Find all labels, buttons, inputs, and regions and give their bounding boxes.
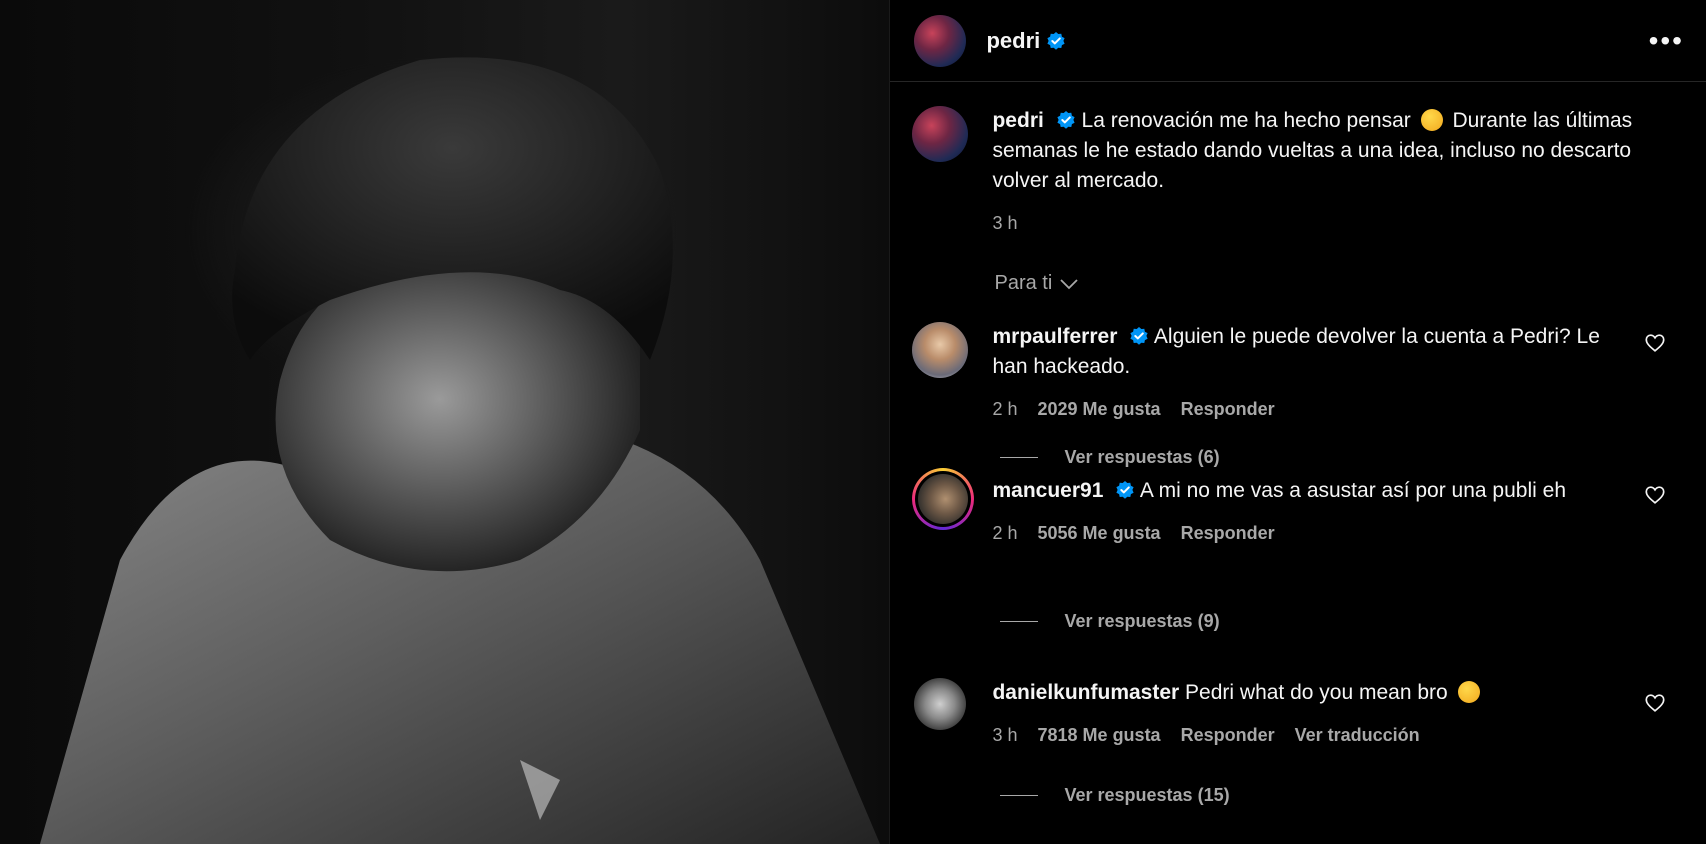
verified-badge-icon <box>1130 327 1148 345</box>
portrait-illustration <box>40 57 880 844</box>
comment-likes[interactable]: 7818 Me gusta <box>1038 720 1161 750</box>
replies-divider-line <box>1000 621 1039 622</box>
comment-item: mancuer91 A mi no me vas a asustar así p… <box>912 468 1684 548</box>
sort-dropdown[interactable]: Para ti <box>994 272 1080 295</box>
commenter-avatar <box>918 474 969 524</box>
thinking-face-emoji <box>1420 109 1443 131</box>
post-photo[interactable] <box>0 0 890 844</box>
comment-text: A mi no me vas a asustar así por una pub… <box>1139 479 1566 502</box>
commenter-username[interactable]: mancuer91 <box>992 479 1103 502</box>
commenter-avatar[interactable] <box>914 678 967 730</box>
verified-badge-icon <box>1116 481 1134 499</box>
comment-time: 2 h <box>992 523 1018 543</box>
author-avatar[interactable] <box>914 14 967 67</box>
translate-button[interactable]: Ver traducción <box>1295 720 1420 750</box>
comment-time: 2 h <box>992 399 1018 419</box>
comment-likes[interactable]: 5056 Me gusta <box>1038 518 1161 548</box>
view-replies-button[interactable]: Ver respuestas (9) <box>1000 611 1220 632</box>
reply-button[interactable]: Responder <box>1181 518 1275 548</box>
chevron-down-icon <box>1060 278 1078 289</box>
post-header: pedri ••• <box>890 0 1706 82</box>
caption-text: La renovación me ha hecho pensar <box>1081 109 1411 132</box>
sort-label: Para ti <box>994 272 1053 294</box>
reply-button[interactable]: Responder <box>1181 394 1275 424</box>
verified-badge-icon <box>1047 31 1065 50</box>
commenter-avatar[interactable] <box>912 322 969 378</box>
caption-time: 3 h <box>992 213 1018 233</box>
comment-text: Pedri what do you mean bro <box>1185 681 1448 704</box>
caption-username[interactable]: pedri <box>992 109 1043 132</box>
comments-panel: pedri ••• pedri La renovación me ha hech… <box>889 0 1706 844</box>
comment-time: 3 h <box>992 725 1018 745</box>
more-options-icon[interactable]: ••• <box>1649 26 1684 55</box>
view-replies-button[interactable]: Ver respuestas (15) <box>1000 785 1230 806</box>
reply-button[interactable]: Responder <box>1181 720 1275 750</box>
view-replies-button[interactable]: Ver respuestas (6) <box>1000 447 1220 468</box>
loudly-crying-emoji <box>1457 681 1480 703</box>
comment-likes[interactable]: 2029 Me gusta <box>1038 394 1161 424</box>
instagram-post-view: pedri ••• pedri La renovación me ha hech… <box>0 0 1706 844</box>
view-replies-label: Ver respuestas (15) <box>1064 785 1230 805</box>
replies-divider-line <box>1000 457 1039 458</box>
commenter-username[interactable]: mrpaulferrer <box>992 325 1117 348</box>
author-username[interactable]: pedri <box>986 28 1040 54</box>
verified-badge-icon <box>1057 111 1075 129</box>
replies-divider-line <box>1000 795 1039 796</box>
heart-icon[interactable] <box>1644 332 1666 354</box>
comment-item: danielkunfumaster Pedri what do you mean… <box>912 678 1684 750</box>
view-replies-label: Ver respuestas (6) <box>1064 447 1220 467</box>
story-ring[interactable] <box>912 468 975 530</box>
comment-item: mrpaulferrer Alguien le puede devolver l… <box>912 322 1684 424</box>
caption-author-avatar[interactable] <box>912 106 969 162</box>
heart-icon[interactable] <box>1644 484 1666 506</box>
post-caption: pedri La renovación me ha hecho pensar D… <box>912 106 1684 238</box>
heart-icon[interactable] <box>1644 692 1666 714</box>
view-replies-label: Ver respuestas (9) <box>1064 611 1220 631</box>
commenter-username[interactable]: danielkunfumaster <box>992 681 1179 704</box>
